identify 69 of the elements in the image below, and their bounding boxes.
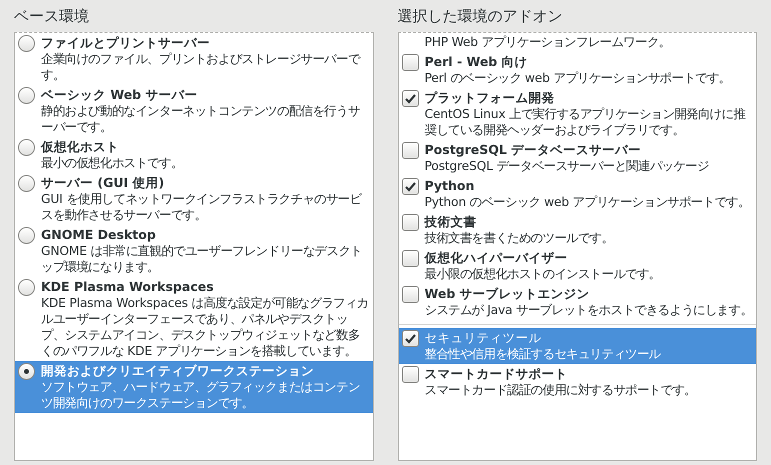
addon-option[interactable]: プラットフォーム開発 CentOS Linux 上で実行するアプリケーション開発向けに推奨している開発ヘッダーおよびライブラリです。: [398, 88, 756, 140]
addon-option[interactable]: スマートカードサポート スマートカード認証の使用に対するサポートです。: [398, 364, 756, 400]
addon-option[interactable]: Python Python のベーシック web アプリケーションサポートです。: [398, 176, 756, 212]
option-description: システムが Java サーブレットをホストできるようにします。: [424, 302, 753, 318]
addon-option[interactable]: PostgreSQL データベースサーバー PostgreSQL データベースサーバーと関連パッケージ: [398, 140, 756, 176]
option-title: Perl - Web 向け: [424, 53, 529, 70]
option-description: 最小限の仮想化ホストのインストールです。: [424, 266, 662, 282]
option-title: 仮想化ホスト: [41, 138, 120, 155]
addon-option[interactable]: 技術文書 技術文書を書くためのツールです。: [398, 212, 756, 248]
section-heading: 選択した環境のアドオン: [398, 6, 564, 27]
checkbox[interactable]: [402, 330, 418, 347]
option-description: ソフトウェア、ハードウェア、グラフィックまたはコンテンツ開発向けのワークステーションです。: [41, 379, 361, 411]
option-description: GUI を使用してネットワークインフラストラクチャのサービスを動作させるサーバーです。: [41, 191, 363, 223]
option-description: 静的および動的なインターネットコンテンツの配信を行うサーバーです。: [41, 103, 361, 135]
option-title: PostgreSQL データベースサーバー: [424, 141, 642, 158]
option-description: 企業向けのファイル、プリントおよびストレージサーバーです。: [41, 51, 362, 83]
environment-option[interactable]: GNOME Desktop GNOME は非常に直観的でユーザーフレンドリーなデスクトップ環境になります。: [15, 225, 372, 277]
option-title: 仮想化ハイパーバイザー: [424, 249, 568, 266]
option-description: PHP Web アプリケーションフレームワーク。: [424, 34, 672, 50]
checkmark-icon: [404, 334, 416, 344]
option-description: Perl のベーシック web アプリケーションサポートです。: [424, 70, 732, 86]
option-title: Python: [424, 177, 476, 194]
addon-option[interactable]: PHP Web アプリケーションフレームワーク。: [398, 33, 756, 52]
option-title: スマートカードサポート: [424, 365, 568, 382]
checkmark-icon: [404, 182, 416, 192]
addon-option[interactable]: 仮想化ハイパーバイザー 最小限の仮想化ホストのインストールです。: [398, 248, 756, 284]
radio-button[interactable]: [18, 363, 35, 380]
option-title: Web サーブレットエンジン: [424, 285, 591, 302]
option-title: ベーシック Web サーバー: [41, 86, 198, 103]
environment-option[interactable]: サーバー (GUI 使用) GUI を使用してネットワークインフラストラクチャのサービスを動作させるサーバーです。: [15, 173, 372, 225]
option-title: ファイルとプリントサーバー: [41, 34, 211, 51]
environment-option[interactable]: ファイルとプリントサーバー 企業向けのファイル、プリントおよびストレージサーバーです。: [15, 33, 372, 85]
checkbox[interactable]: [402, 178, 418, 195]
checkbox[interactable]: [402, 286, 418, 303]
option-description: PostgreSQL データベースサーバーと関連パッケージ: [424, 158, 710, 174]
addon-option[interactable]: Perl - Web 向け Perl のベーシック web アプリケーションサポートです。: [398, 52, 756, 88]
option-description: KDE Plasma Workspaces は高度な設定が可能なグラフィカルユーザーインターフェースであり、パネルやデスクトップ、システムアイコン、デスクトップウィジェットなど数多くのパワフルな KDE アプリケーションを搭載しています。: [41, 295, 370, 359]
option-title: 技術文書: [424, 213, 478, 230]
option-title: サーバー (GUI 使用): [41, 174, 166, 191]
environment-option[interactable]: ベーシック Web サーバー 静的および動的なインターネットコンテンツの配信を行うサーバーです。: [15, 85, 372, 137]
option-title: セキュリティツール: [424, 329, 542, 346]
radio-button[interactable]: [18, 175, 35, 192]
environment-option[interactable]: 仮想化ホスト 最小の仮想化ホストです。: [15, 137, 372, 173]
option-title: KDE Plasma Workspaces: [41, 278, 215, 295]
checkbox[interactable]: [402, 142, 418, 159]
checkbox[interactable]: [402, 90, 418, 107]
option-description: 最小の仮想化ホストです。: [41, 155, 184, 171]
radio-button[interactable]: [18, 279, 35, 296]
radio-button[interactable]: [18, 227, 35, 244]
section-heading: ベース環境: [14, 6, 90, 27]
checkbox[interactable]: [402, 250, 418, 267]
option-title: GNOME Desktop: [41, 226, 157, 243]
checkbox[interactable]: [402, 54, 418, 71]
checkbox[interactable]: [402, 214, 418, 231]
checkbox[interactable]: [402, 366, 418, 383]
option-description: 整合性や信用を検証するセキュリティツール: [424, 346, 662, 362]
environment-option[interactable]: KDE Plasma Workspaces KDE Plasma Workspaces は高度な設定が可能なグラフィカルユーザーインターフェースであり、パネルやデスクトップ、システムアイコン、デスクトップウィジェットなど数多くのパワフルな KDE アプリケーションを搭載しています。: [15, 277, 372, 361]
option-description: Python のベーシック web アプリケーションサポートです。: [424, 194, 751, 210]
option-description: 技術文書を書くためのツールです。: [424, 230, 614, 246]
radio-button[interactable]: [18, 139, 35, 156]
option-description: GNOME は非常に直観的でユーザーフレンドリーなデスクトップ環境になります。: [41, 243, 363, 275]
radio-button[interactable]: [18, 87, 35, 104]
addon-option[interactable]: Web サーブレットエンジン システムが Java サーブレットをホストできるようにします。: [398, 284, 756, 320]
option-title: プラットフォーム開発: [424, 89, 556, 106]
option-title: 開発およびクリエイティブワークステーション: [41, 362, 315, 379]
option-description: スマートカード認証の使用に対するサポートです。: [424, 382, 697, 398]
checkmark-icon: [404, 94, 416, 104]
option-description: CentOS Linux 上で実行するアプリケーション開発向けに推奨している開発ヘッダーおよびライブラリです。: [424, 106, 746, 138]
radio-button[interactable]: [18, 35, 35, 52]
